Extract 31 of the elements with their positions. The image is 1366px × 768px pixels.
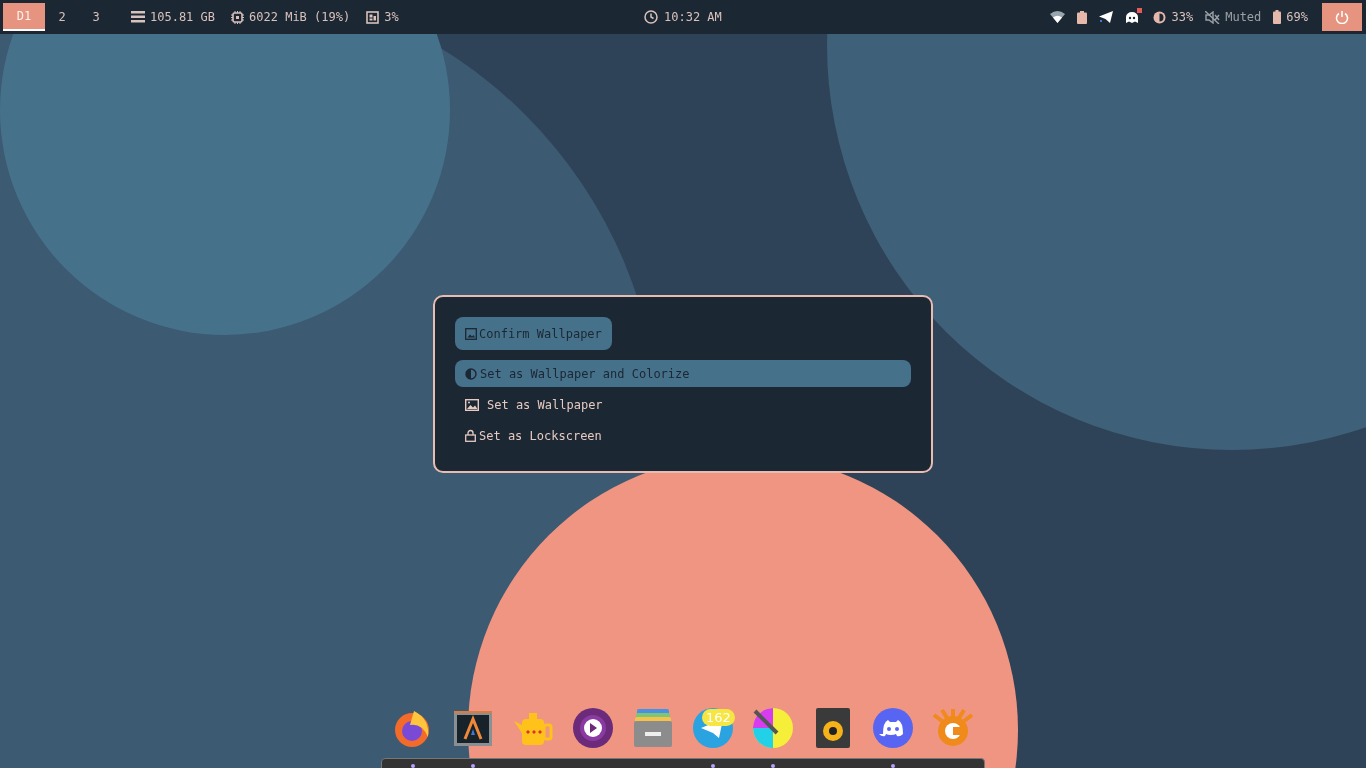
notification-count: 162 <box>702 709 735 726</box>
menu-option[interactable]: Set as Lockscreen <box>455 422 911 449</box>
file-cabinet-icon[interactable] <box>632 707 674 749</box>
contrast-icon <box>465 367 477 380</box>
brightness-level: 33% <box>1171 10 1194 24</box>
brightness-icon <box>1151 9 1167 25</box>
clock-time: 10:32 AM <box>664 10 722 24</box>
wifi-icon[interactable] <box>1049 11 1065 23</box>
muted-speaker-icon <box>1205 10 1221 24</box>
paper-plane-icon[interactable] <box>1098 11 1113 23</box>
memory-usage: 6022 MiB (19%) <box>249 10 351 24</box>
chip-icon <box>231 10 245 24</box>
lock-icon <box>465 429 476 442</box>
volume-status: Muted <box>1225 10 1262 24</box>
battery-icon <box>1273 10 1282 24</box>
battery-level: 69% <box>1286 10 1308 24</box>
photo-icon <box>465 327 477 340</box>
cpu-usage: 3% <box>384 10 399 24</box>
play-icon[interactable] <box>572 707 614 749</box>
paintbrush-icon[interactable] <box>752 707 794 749</box>
ghost-icon[interactable] <box>1124 10 1140 24</box>
workspace-button[interactable]: 3 <box>79 2 113 31</box>
power-icon <box>1335 10 1349 24</box>
workspace-button[interactable]: 2 <box>45 2 79 31</box>
disk-usage: 105.81 GB <box>150 10 216 24</box>
memory-icon <box>366 10 380 24</box>
menu-option[interactable]: Set as Wallpaper <box>455 391 911 418</box>
gamepad-icon[interactable] <box>872 707 914 749</box>
clock-icon <box>644 10 658 24</box>
image-icon <box>465 398 479 411</box>
storage-icon <box>131 11 145 23</box>
